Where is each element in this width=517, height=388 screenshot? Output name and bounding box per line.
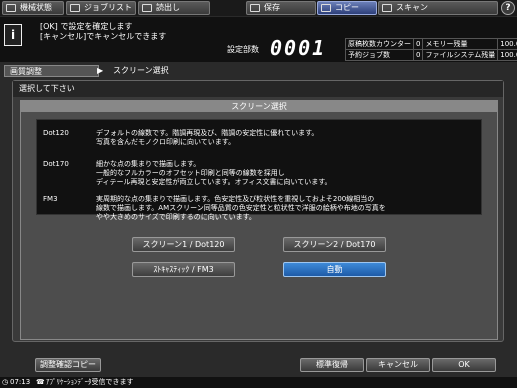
stochastic-fm3-button[interactable]: ｽﾄｷｬｽﾃｨｯｸ / FM3 — [132, 262, 235, 277]
main-panel: 選択して下さい スクリーン選択 Dot120 デフォルトの線数です。階調再現及び… — [12, 80, 504, 342]
breadcrumb: 画質調整 ▶ スクリーン選択 — [4, 65, 424, 77]
screen-name: FM3 — [43, 195, 58, 203]
breadcrumb-item-image-quality[interactable]: 画質調整 — [4, 65, 99, 77]
ok-button[interactable]: OK — [432, 358, 496, 372]
status-label: ファイルシステム残量 — [422, 49, 499, 61]
machine-icon — [6, 4, 16, 12]
tab-store[interactable]: 保存 — [246, 1, 316, 15]
screen-description: 細かな点の集まりで描画します。 一般的なフルカラーのオフセット印刷と同等の線数を… — [96, 160, 332, 186]
copy-icon — [321, 4, 331, 12]
tab-machine-status[interactable]: 機械状態 — [2, 1, 64, 15]
tab-copy[interactable]: コピー — [317, 1, 377, 15]
cancel-button[interactable]: キャンセル — [366, 358, 430, 372]
adjust-check-copy-button[interactable]: 調整確認コピー — [35, 358, 101, 372]
screen-name: Dot170 — [43, 160, 69, 168]
dialog-title: スクリーン選択 — [21, 101, 497, 112]
status-message: ｱﾌﾟﾘｹｰｼｮﾝﾃﾞｰﾀ受信できます — [46, 378, 134, 386]
top-tab-bar: 機械状態 ジョブリスト 読出し 保存 コピー スキャン ? — [0, 0, 517, 16]
screen-description: 実周期的な点の集まりで描画します。色安定性及び粒状性を重視しておよそ200線相当… — [96, 195, 386, 221]
status-value: 0 — [412, 49, 424, 61]
status-time: 07:13 — [10, 378, 31, 386]
status-line: ◷ 07:13 ☎ ｱﾌﾟﾘｹｰｼｮﾝﾃﾞｰﾀ受信できます — [0, 377, 517, 388]
screen-name: Dot120 — [43, 129, 69, 137]
tab-scan[interactable]: スキャン — [378, 1, 498, 15]
tab-label: 読出し — [156, 3, 180, 12]
status-table: 原稿枚数カウンター 0 メモリー残量 100.000% 予約ジョブ数 0 ファイ… — [345, 38, 517, 61]
recall-icon — [142, 4, 152, 12]
screen1-dot120-button[interactable]: スクリーン1 / Dot120 — [132, 237, 235, 252]
tab-label: 保存 — [264, 3, 280, 12]
prompt-text: 選択して下さい — [13, 81, 503, 97]
status-label: 予約ジョブ数 — [345, 49, 414, 61]
breadcrumb-arrow-icon: ▶ — [97, 66, 104, 75]
info-line-2: [キャンセル]でキャンセルできます — [40, 32, 167, 41]
data-receive-icon: ☎ — [36, 378, 45, 386]
scan-icon — [382, 4, 392, 12]
tab-label: コピー — [335, 3, 359, 12]
copies-counter: 0001 — [270, 36, 327, 60]
status-value: 100.000% — [497, 38, 517, 50]
tab-label: スキャン — [396, 3, 428, 12]
info-message: [OK] で設定を確定します [キャンセル]でキャンセルできます — [40, 22, 166, 42]
store-icon — [250, 4, 260, 12]
job-list-icon — [70, 4, 80, 12]
breadcrumb-item-screen-select: スクリーン選択 — [113, 66, 169, 75]
info-icon: i — [4, 24, 22, 46]
auto-button[interactable]: 自動 — [283, 262, 386, 277]
tab-recall[interactable]: 読出し — [138, 1, 210, 15]
screen-select-dialog: スクリーン選択 Dot120 デフォルトの線数です。階調再現及び、階調の安定性に… — [20, 100, 498, 340]
help-button[interactable]: ? — [501, 1, 515, 15]
tab-label: 機械状態 — [20, 3, 52, 12]
info-line-1: [OK] で設定を確定します — [40, 22, 133, 31]
tab-job-list[interactable]: ジョブリスト — [66, 1, 136, 15]
bottom-bar: 調整確認コピー 標準復帰 キャンセル OK — [0, 356, 517, 374]
copies-label: 設定部数 — [227, 45, 259, 54]
description-box: Dot120 デフォルトの線数です。階調再現及び、階調の安定性に優れています。 … — [36, 119, 482, 221]
reset-default-button[interactable]: 標準復帰 — [300, 358, 364, 372]
clock-icon: ◷ — [2, 378, 9, 386]
status-value: 100.000% — [497, 49, 517, 61]
screen2-dot170-button[interactable]: スクリーン2 / Dot170 — [283, 237, 386, 252]
info-bar: i [OK] で設定を確定します [キャンセル]でキャンセルできます 設定部数 … — [0, 17, 517, 62]
status-value: 0 — [412, 38, 424, 50]
tab-label: ジョブリスト — [84, 3, 132, 12]
status-label: 原稿枚数カウンター — [345, 38, 414, 50]
screen-description: デフォルトの線数です。階調再現及び、階調の安定性に優れています。 写真を含んだモ… — [96, 129, 319, 146]
status-label: メモリー残量 — [422, 38, 499, 50]
